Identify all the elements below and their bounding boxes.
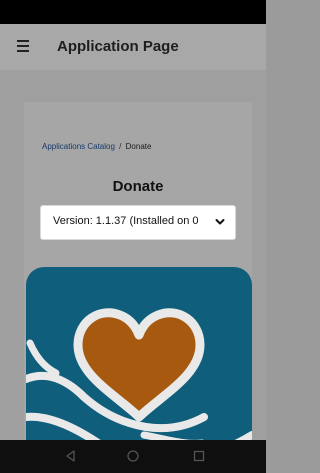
version-select-value: Version: 1.1.37 (Installed on 0 (53, 215, 199, 227)
app-name-heading: Donate (112, 178, 164, 195)
app-logo (26, 267, 252, 440)
phone-screen: Application Page Applications Catalog / … (0, 0, 266, 473)
app-bar: Application Page (0, 24, 266, 70)
app-detail-card: Applications Catalog / Donate Donate Ver… (24, 102, 252, 440)
system-navigation-bar (0, 440, 266, 473)
main-content[interactable]: Applications Catalog / Donate Donate Ver… (0, 70, 266, 440)
breadcrumb-current: Donate (125, 142, 152, 151)
recents-icon[interactable] (192, 449, 206, 463)
breadcrumb: Applications Catalog / Donate (42, 142, 151, 151)
breadcrumb-separator: / (119, 142, 122, 151)
status-bar (0, 0, 266, 24)
chevron-down-icon (215, 219, 225, 225)
back-icon[interactable] (64, 449, 78, 463)
version-select[interactable]: Version: 1.1.37 (Installed on 0 (41, 206, 235, 239)
breadcrumb-applications-catalog-link[interactable]: Applications Catalog (42, 142, 115, 151)
home-icon[interactable] (126, 449, 140, 463)
page-title: Application Page (57, 38, 179, 55)
hamburger-menu-icon[interactable] (17, 40, 29, 52)
heart-in-hands-icon (26, 308, 252, 440)
